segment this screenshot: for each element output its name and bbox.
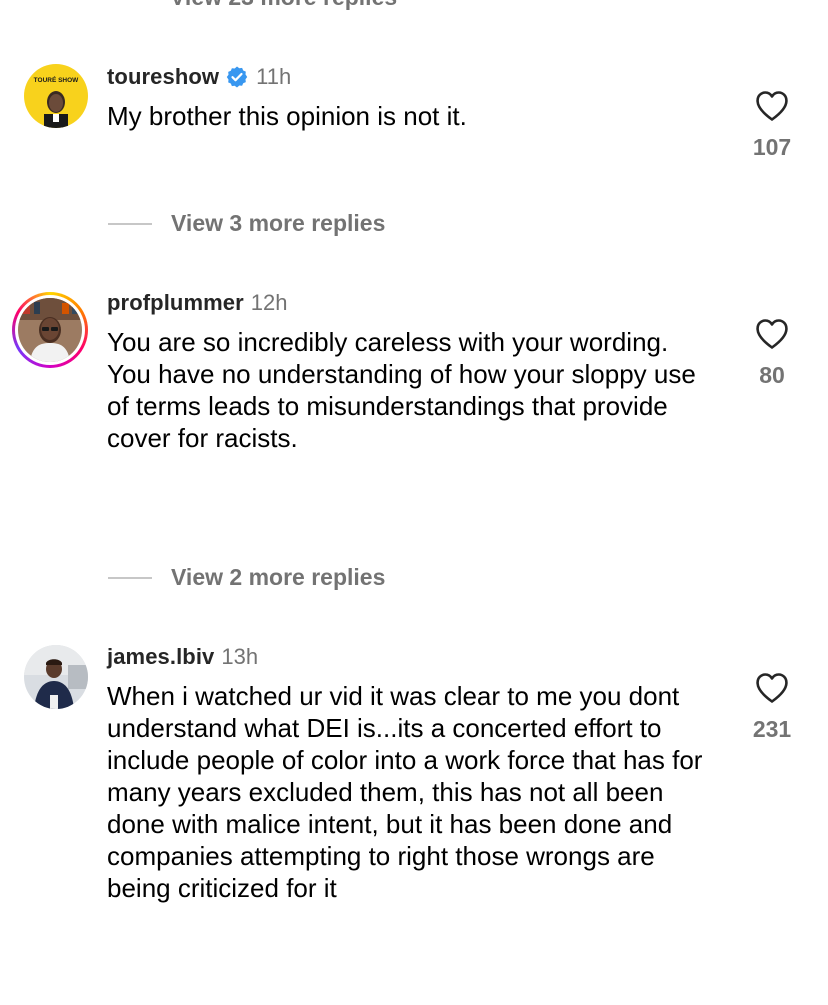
timestamp[interactable]: 11h bbox=[256, 63, 291, 91]
username[interactable]: james.lbiv bbox=[107, 643, 214, 671]
comment-meta: profplummer 12h bbox=[107, 289, 288, 317]
avatar bbox=[18, 298, 82, 362]
view-more-replies-button[interactable]: View 3 more replies bbox=[108, 210, 385, 237]
comment-text: You are so incredibly careless with your… bbox=[107, 327, 696, 453]
timestamp[interactable]: 13h bbox=[221, 643, 258, 671]
story-ring[interactable] bbox=[12, 292, 88, 368]
heart-outline-icon[interactable] bbox=[740, 90, 804, 122]
like-control: 80 bbox=[740, 318, 804, 389]
view-more-replies-button[interactable]: View 2 more replies bbox=[108, 564, 385, 591]
avatar[interactable]: TOURÉ SHOW bbox=[24, 64, 88, 128]
like-control: 107 bbox=[740, 90, 804, 161]
verified-badge-icon bbox=[225, 65, 249, 89]
heart-outline-icon[interactable] bbox=[740, 672, 804, 704]
comment-text: My brother this opinion is not it. bbox=[107, 101, 467, 131]
story-ring-gap bbox=[15, 295, 85, 365]
username[interactable]: profplummer bbox=[107, 289, 244, 317]
avatar-logo-text: TOURÉ SHOW bbox=[34, 75, 80, 84]
comment-meta: toureshow 11h bbox=[107, 63, 291, 91]
reply-divider-line bbox=[108, 576, 152, 579]
comment-meta: james.lbiv 13h bbox=[107, 643, 258, 671]
like-count[interactable]: 231 bbox=[740, 716, 804, 743]
username[interactable]: toureshow bbox=[107, 63, 219, 91]
heart-outline-icon[interactable] bbox=[740, 318, 804, 350]
avatar-image bbox=[24, 645, 88, 709]
reply-divider-line bbox=[108, 222, 152, 225]
like-count[interactable]: 107 bbox=[740, 134, 804, 161]
avatar-image: TOURÉ SHOW bbox=[24, 64, 88, 128]
view-more-replies-partial[interactable]: View 23 more replies bbox=[170, 0, 397, 11]
view-replies-label[interactable]: View 2 more replies bbox=[171, 564, 385, 591]
comment-text: When i watched ur vid it was clear to me… bbox=[107, 681, 703, 903]
like-count[interactable]: 80 bbox=[740, 362, 804, 389]
avatar-image bbox=[18, 298, 82, 362]
like-control: 231 bbox=[740, 672, 804, 743]
view-replies-label[interactable]: View 3 more replies bbox=[171, 210, 385, 237]
timestamp[interactable]: 12h bbox=[251, 289, 288, 317]
avatar[interactable] bbox=[24, 645, 88, 709]
